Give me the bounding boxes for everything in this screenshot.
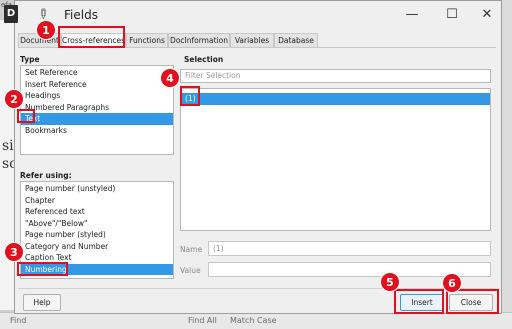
background-document: si sc: [0, 20, 17, 310]
type-item-set-reference[interactable]: Set Reference: [21, 67, 173, 79]
refer-item-page-number-unstyled[interactable]: Page number (unstyled): [21, 183, 173, 195]
refer-using-list[interactable]: Page number (unstyled) Chapter Reference…: [20, 181, 174, 279]
minimize-icon[interactable]: —: [401, 5, 423, 25]
refer-using-label: Refer using:: [20, 171, 72, 180]
type-list[interactable]: Set Reference Insert Reference Headings …: [20, 65, 174, 155]
refer-item-page-number-styled[interactable]: Page number (styled): [21, 229, 173, 241]
tab-divider: [18, 47, 496, 48]
value-label: Value: [180, 266, 201, 275]
step-badge-4: 4: [160, 68, 180, 88]
fields-dialog: D ✎ Fields — ☐ ✕ Document Cross-referenc…: [4, 0, 502, 314]
type-item-bookmarks[interactable]: Bookmarks: [21, 125, 173, 137]
refer-item-chapter[interactable]: Chapter: [21, 195, 173, 207]
match-case-checkbox[interactable]: Match Case: [230, 316, 277, 325]
title-bar: D ✎ Fields — ☐ ✕: [4, 1, 501, 30]
type-item-headings[interactable]: Headings: [21, 90, 173, 102]
tab-database[interactable]: Database: [274, 33, 318, 47]
tab-cross-references[interactable]: Cross-references: [61, 33, 126, 47]
step-badge-6: 6: [442, 273, 462, 293]
refer-item-referenced-text[interactable]: Referenced text: [21, 206, 173, 218]
dialog-title: Fields: [64, 8, 98, 22]
refer-item-category-and-number[interactable]: Category and Number: [21, 241, 173, 253]
refer-item-caption-text[interactable]: Caption Text: [21, 252, 173, 264]
step-badge-5: 5: [380, 272, 400, 292]
step-badge-1: 1: [36, 20, 56, 40]
tab-functions[interactable]: Functions: [126, 33, 168, 47]
tab-variables[interactable]: Variables: [230, 33, 274, 47]
background-doc-line: si: [2, 138, 14, 154]
find-input-placeholder[interactable]: Find: [10, 316, 26, 325]
type-item-numbered-paragraphs[interactable]: Numbered Paragraphs: [21, 102, 173, 114]
close-window-icon[interactable]: ✕: [476, 5, 498, 25]
refer-item-above-below[interactable]: "Above"/"Below": [21, 218, 173, 230]
footer-divider: [18, 288, 496, 289]
refer-item-numbering[interactable]: Numbering: [21, 263, 173, 275]
type-item-insert-reference[interactable]: Insert Reference: [21, 79, 173, 91]
name-field[interactable]: (1): [208, 241, 491, 256]
selection-list[interactable]: (1): [180, 88, 491, 231]
filter-selection-input[interactable]: Filter Selection: [180, 69, 491, 83]
insert-button[interactable]: Insert: [400, 294, 444, 311]
background-find-bar: Find Find All Match Case: [0, 312, 512, 329]
tab-docinformation[interactable]: DocInformation: [168, 33, 230, 47]
help-button[interactable]: Help: [23, 294, 61, 311]
tab-bar: Document Cross-references Functions DocI…: [18, 33, 496, 48]
selection-item[interactable]: (1): [181, 93, 490, 105]
close-button[interactable]: Close: [449, 294, 493, 311]
step-badge-2: 2: [4, 89, 24, 109]
writer-app-icon: D: [4, 5, 18, 23]
type-label: Type: [20, 55, 40, 64]
selection-label: Selection: [184, 55, 224, 64]
maximize-icon[interactable]: ☐: [441, 5, 463, 25]
find-all-button[interactable]: Find All: [188, 316, 217, 325]
step-badge-3: 3: [4, 242, 24, 262]
type-item-text[interactable]: Text: [21, 113, 173, 125]
name-label: Name: [180, 245, 203, 254]
